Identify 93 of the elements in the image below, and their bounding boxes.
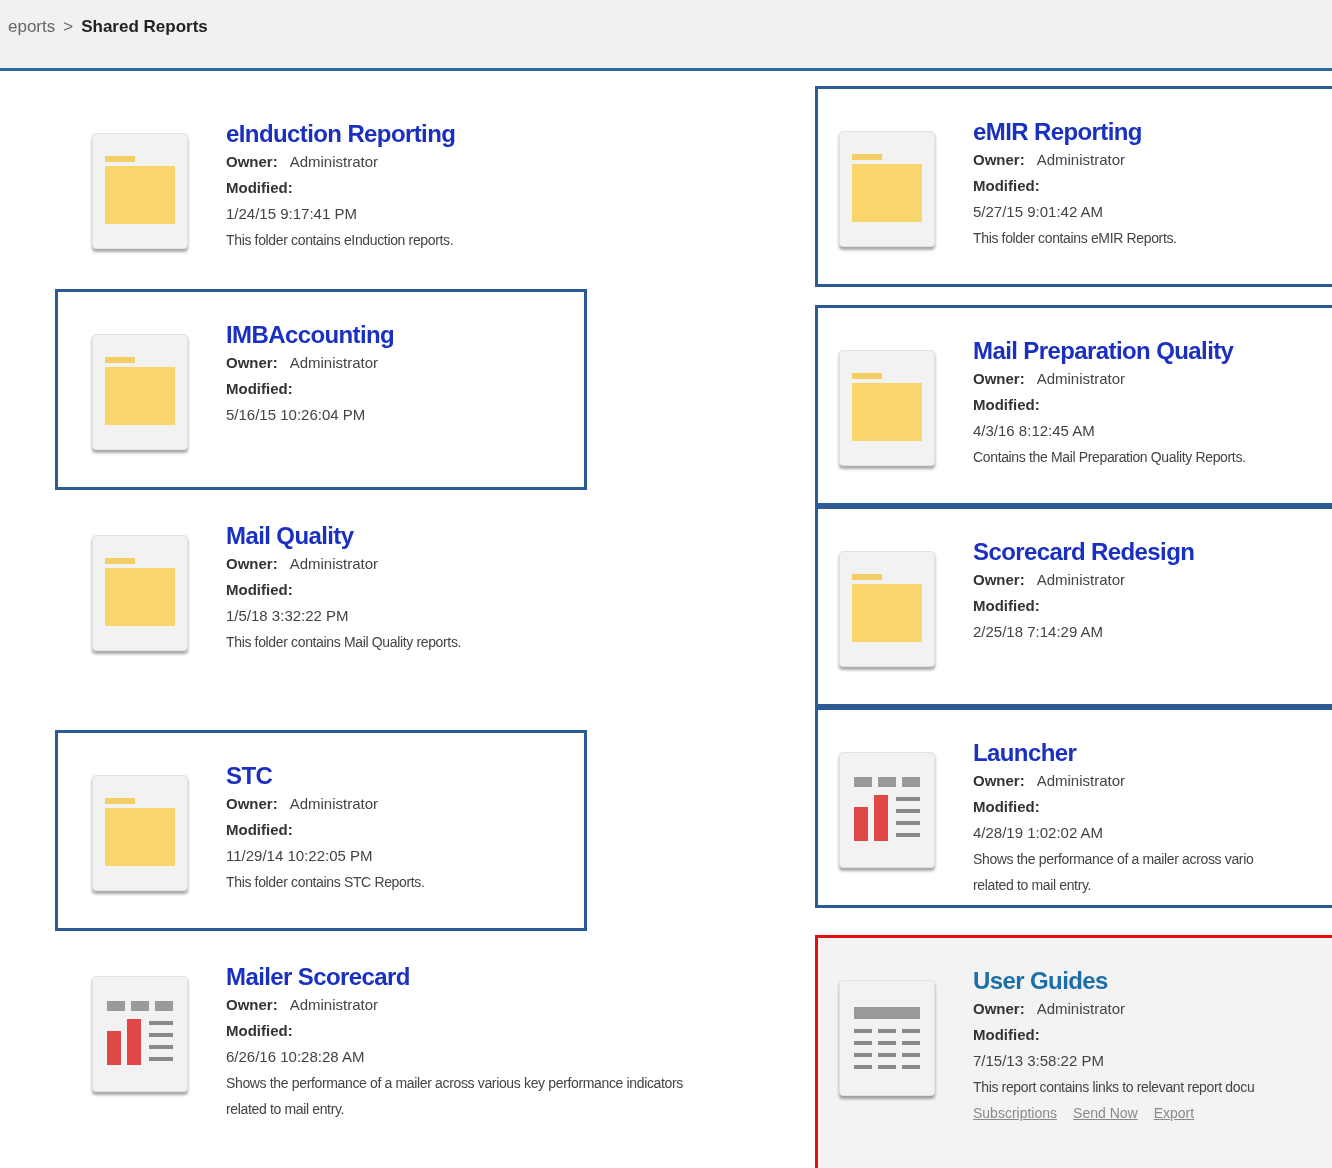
item-tile[interactable] xyxy=(92,535,188,651)
report-card[interactable]: Mail Preparation Quality Owner: Administrator Modified: 4/3/16 8:12:45 AM Contains the Mail Preparation Quality Reports. xyxy=(815,305,1332,506)
modified-label: Modified: xyxy=(973,596,1041,616)
modified-date: 4/28/19 1:02:02 AM xyxy=(973,823,1105,843)
folder-icon xyxy=(105,156,175,226)
modified-date: 1/5/18 3:32:22 PM xyxy=(226,606,350,626)
owner-label: Owner: xyxy=(973,771,1025,791)
modified-label: Modified: xyxy=(973,176,1041,196)
item-description: This report contains links to relevant report docu xyxy=(973,1078,1255,1097)
owner-value: Administrator xyxy=(289,995,379,1015)
owner-value: Administrator xyxy=(1036,999,1126,1019)
item-title[interactable]: STC xyxy=(226,761,425,791)
item-tile[interactable] xyxy=(839,980,935,1096)
folder-icon xyxy=(852,574,922,644)
report-card[interactable]: eMIR Reporting Owner: Administrator Modified: 5/27/15 9:01:42 AM This folder contains eMIR Reports. xyxy=(815,86,1332,287)
owner-value: Administrator xyxy=(289,353,379,373)
folder-icon xyxy=(105,357,175,427)
item-tile[interactable] xyxy=(839,350,935,466)
breadcrumb-separator: > xyxy=(63,16,74,39)
owner-label: Owner: xyxy=(226,554,278,574)
item-title[interactable]: IMBAccounting xyxy=(226,320,395,350)
item-tile[interactable] xyxy=(92,775,188,891)
report-item[interactable]: Mail Quality Owner: Administrator Modified: 1/5/18 3:32:22 PM This folder contains Mail Quality reports. xyxy=(55,490,815,691)
owner-value: Administrator xyxy=(1036,771,1126,791)
modified-date: 1/24/15 9:17:41 PM xyxy=(226,204,358,224)
item-description: Contains the Mail Preparation Quality Reports. xyxy=(973,448,1246,467)
owner-label: Owner: xyxy=(973,369,1025,389)
owner-value: Administrator xyxy=(289,554,379,574)
modified-label: Modified: xyxy=(226,178,294,198)
folder-icon xyxy=(105,798,175,868)
modified-label: Modified: xyxy=(226,820,294,840)
item-title[interactable]: eInduction Reporting xyxy=(226,119,456,149)
folder-icon xyxy=(852,154,922,224)
modified-label: Modified: xyxy=(226,580,294,600)
report-chart-icon xyxy=(107,1001,173,1067)
item-title[interactable]: User Guides xyxy=(973,966,1255,996)
report-item[interactable]: Mailer Scorecard Owner: Administrator Modified: 6/26/16 10:28:28 AM Shows the performance of a mailer across various key performance indicators related to mail entry. xyxy=(55,931,815,1132)
modified-label: Modified: xyxy=(226,379,294,399)
breadcrumb-link[interactable]: eports xyxy=(8,14,56,40)
item-description: Shows the performance of a mailer across various key performance indicators xyxy=(226,1074,683,1093)
item-description: This folder contains Mail Quality reports. xyxy=(226,633,462,652)
owner-value: Administrator xyxy=(1036,150,1126,170)
owner-label: Owner: xyxy=(226,995,278,1015)
breadcrumb-link[interactable]: Shared Reports xyxy=(81,14,208,40)
folder-icon xyxy=(105,558,175,628)
item-title[interactable]: Launcher xyxy=(973,738,1254,768)
item-title[interactable]: Mail Preparation Quality xyxy=(973,336,1246,366)
item-description: This folder contains eMIR Reports. xyxy=(973,229,1177,248)
modified-date: 5/27/15 9:01:42 AM xyxy=(973,202,1105,222)
item-tile[interactable] xyxy=(92,133,188,249)
folder-icon xyxy=(852,373,922,443)
owner-label: Owner: xyxy=(226,794,278,814)
owner-label: Owner: xyxy=(973,570,1025,590)
owner-label: Owner: xyxy=(973,999,1025,1019)
item-tile[interactable] xyxy=(839,551,935,667)
modified-label: Modified: xyxy=(226,1021,294,1041)
table-icon xyxy=(854,1007,920,1069)
owner-value: Administrator xyxy=(289,152,379,172)
modified-label: Modified: xyxy=(973,395,1041,415)
item-description: related to mail entry. xyxy=(226,1100,346,1119)
modified-date: 2/25/18 7:14:29 AM xyxy=(973,622,1105,642)
modified-date: 7/15/13 3:58:22 PM xyxy=(973,1051,1105,1071)
item-title[interactable]: eMIR Reporting xyxy=(973,117,1177,147)
item-tile[interactable] xyxy=(92,334,188,450)
owner-value: Administrator xyxy=(289,794,379,814)
item-title[interactable]: Scorecard Redesign xyxy=(973,537,1195,567)
report-card[interactable]: STC Owner: Administrator Modified: 11/29/14 10:22:05 PM This folder contains STC Reports. xyxy=(55,730,587,931)
item-description: This folder contains STC Reports. xyxy=(226,873,425,892)
owner-label: Owner: xyxy=(226,353,278,373)
report-card[interactable]: Launcher Owner: Administrator Modified: 4/28/19 1:02:02 AM Shows the performance of a mailer across vario related to mail entry. xyxy=(815,707,1332,908)
item-tile[interactable] xyxy=(839,752,935,868)
owner-value: Administrator xyxy=(1036,369,1126,389)
item-title[interactable]: Mail Quality xyxy=(226,521,462,551)
modified-date: 4/3/16 8:12:45 AM xyxy=(973,421,1096,441)
report-item[interactable]: eInduction Reporting Owner: Administrator Modified: 1/24/15 9:17:41 PM This folder contains eInduction reports. xyxy=(55,88,815,289)
modified-label: Modified: xyxy=(973,1025,1041,1045)
modified-label: Modified: xyxy=(973,797,1041,817)
modified-date: 6/26/16 10:28:28 AM xyxy=(226,1047,366,1067)
item-tile[interactable] xyxy=(839,131,935,247)
report-card[interactable]: Scorecard Redesign Owner: Administrator Modified: 2/25/18 7:14:29 AM xyxy=(815,506,1332,707)
owner-label: Owner: xyxy=(973,150,1025,170)
report-card[interactable]: IMBAccounting Owner: Administrator Modified: 5/16/15 10:26:04 PM xyxy=(55,289,587,490)
item-description: related to mail entry. xyxy=(973,876,1093,895)
modified-date: 11/29/14 10:22:05 PM xyxy=(226,846,374,866)
item-description: This folder contains eInduction reports. xyxy=(226,231,455,250)
report-card[interactable]: User Guides Owner: Administrator Modified: 7/15/13 3:58:22 PM This report contains links to relevant report docu Subscriptions Send Now Export xyxy=(815,935,1332,1168)
owner-label: Owner: xyxy=(226,152,278,172)
item-title[interactable]: Mailer Scorecard xyxy=(226,962,683,992)
item-tile[interactable] xyxy=(92,976,188,1092)
report-chart-icon xyxy=(854,777,920,843)
item-description: Shows the performance of a mailer across vario xyxy=(973,850,1254,869)
owner-value: Administrator xyxy=(1036,570,1126,590)
modified-date: 5/16/15 10:26:04 PM xyxy=(226,405,367,425)
